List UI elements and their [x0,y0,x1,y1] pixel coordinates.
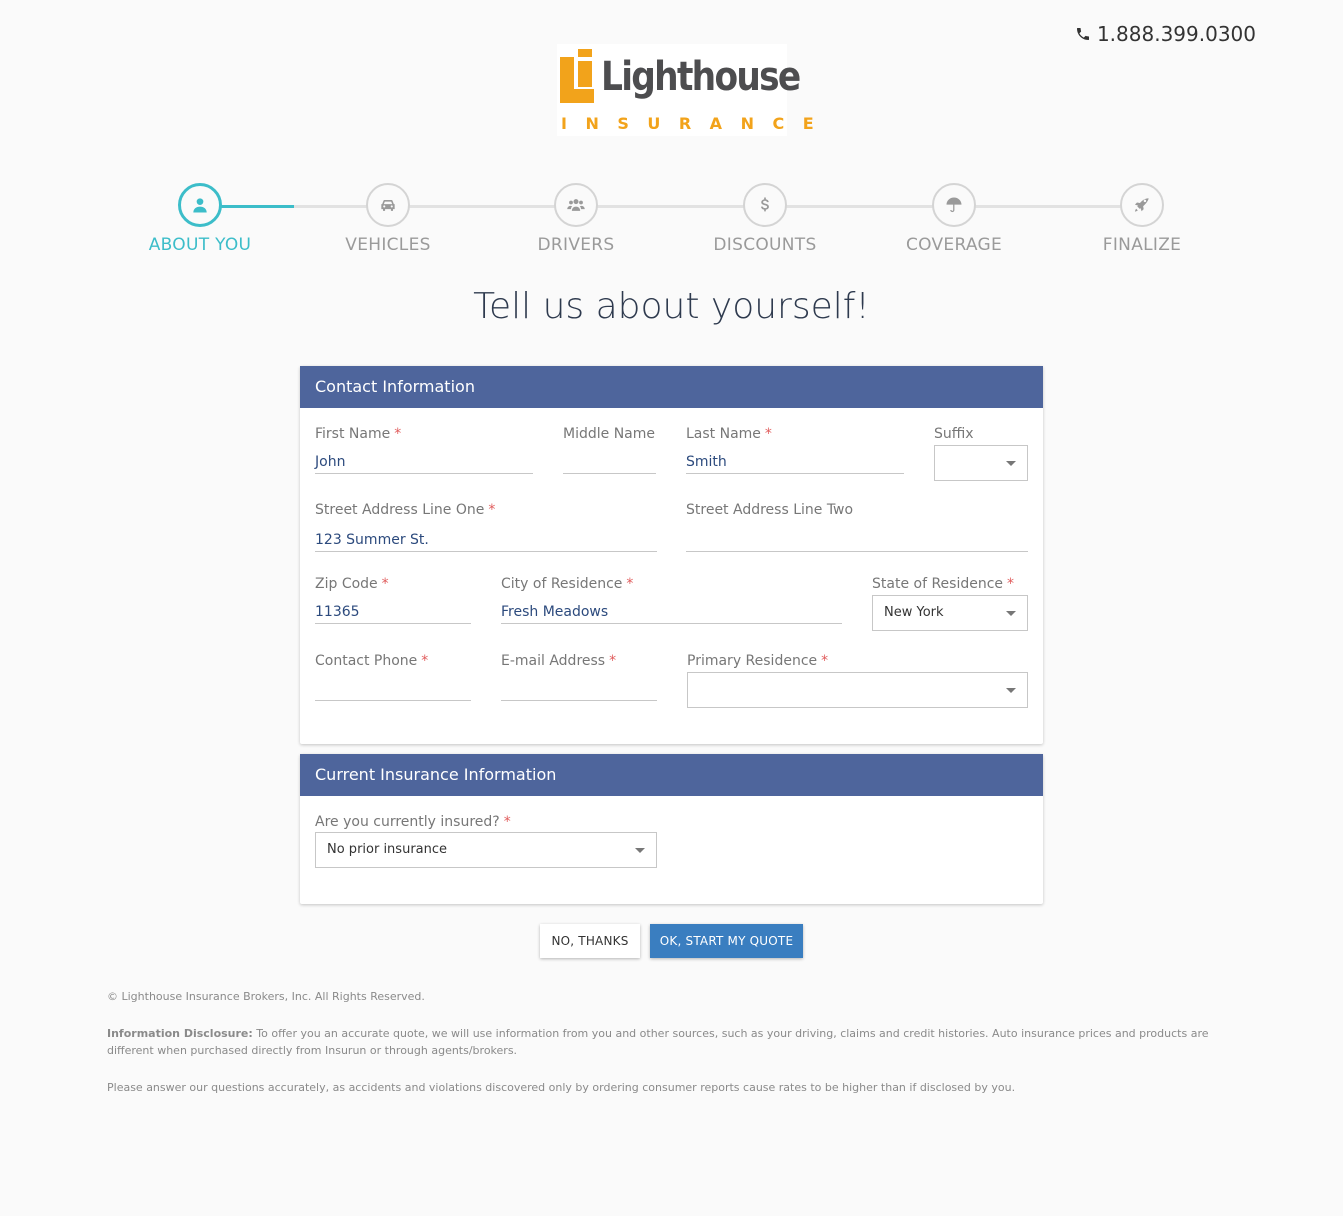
middle-name-field: Middle Name [563,426,656,474]
step-circle [743,183,787,227]
street-line-two-field: Street Address Line Two [686,502,1028,552]
accuracy-note: Please answer our questions accurately, … [107,1081,1016,1094]
first-name-label: First Name * [315,426,402,442]
zip-code-label: Zip Code * [315,576,389,592]
city-label: City of Residence * [501,576,634,592]
disclosure-text: To offer you an accurate quote, we will … [107,1027,1209,1057]
phone-number[interactable]: 1.888.399.0300 [1075,22,1256,46]
no-thanks-button[interactable]: NO, THANKS [540,924,640,958]
progress-stepper: ABOUT YOU VEHICLES DRIVERS DISCOUNTS COV… [106,183,1236,263]
middle-name-label: Middle Name [563,426,655,442]
currently-insured-field: Are you currently insured? * [315,814,657,830]
step-finalize[interactable]: FINALIZE [1042,183,1242,255]
information-disclosure: Information Disclosure: To offer you an … [107,1025,1227,1059]
disclosure-title: Information Disclosure: [107,1027,253,1040]
step-coverage[interactable]: COVERAGE [854,183,1054,255]
last-name-input[interactable]: Smith [686,454,904,474]
phone-text: 1.888.399.0300 [1096,22,1256,46]
step-vehicles[interactable]: VEHICLES [288,183,488,255]
step-label: FINALIZE [1102,235,1182,255]
user-icon [193,198,207,213]
contact-phone-label: Contact Phone * [315,653,429,669]
current-insurance-header: Current Insurance Information [300,754,1043,796]
car-icon [381,200,395,211]
city-field: City of Residence * Fresh Meadows [501,576,842,624]
step-circle [1120,183,1164,227]
first-name-input[interactable]: John [315,454,533,474]
state-field: State of Residence * [872,576,1028,592]
step-circle [366,183,410,227]
email-input[interactable] [501,681,657,701]
copyright-text: © Lighthouse Insurance Brokers, Inc. All… [107,990,425,1003]
street-line-one-field: Street Address Line One * 123 Summer St. [315,502,657,552]
currently-insured-label: Are you currently insured? * [315,814,511,830]
zip-code-input[interactable]: 11365 [315,604,471,624]
contact-information-header: Contact Information [300,366,1043,408]
step-circle [554,183,598,227]
primary-residence-label: Primary Residence * [687,653,829,669]
currently-insured-select[interactable]: No prior insurance [315,832,657,868]
email-label: E-mail Address * [501,653,617,669]
state-select[interactable]: New York [872,595,1028,631]
phone-icon [1076,28,1089,40]
step-circle [178,183,222,227]
lighthouse-logo[interactable]: Lighthouse INSURANCE [557,44,814,136]
rocket-icon [1134,198,1149,212]
contact-phone-input[interactable] [315,681,471,701]
primary-residence-field: Primary Residence * [687,653,1028,669]
step-drivers[interactable]: DRIVERS [476,183,676,255]
step-label: DRIVERS [537,235,615,255]
email-field: E-mail Address * [501,653,657,701]
primary-residence-select[interactable] [687,672,1028,708]
last-name-field: Last Name * Smith [686,426,904,474]
street-line-two-input[interactable] [686,532,1028,552]
logo-subtitle: INSURANCE [561,114,833,133]
current-insurance-panel: Current Insurance Information Are you cu… [300,754,1043,904]
contact-phone-field: Contact Phone * [315,653,471,701]
step-circle [932,183,976,227]
zip-code-field: Zip Code * 11365 [315,576,471,624]
page-title: Tell us about yourself! [473,286,870,327]
middle-name-input[interactable] [563,454,656,474]
step-discounts[interactable]: DISCOUNTS [665,183,865,255]
street-line-one-input[interactable]: 123 Summer St. [315,532,657,552]
step-label: VEHICLES [345,235,431,255]
step-about-you[interactable]: ABOUT YOU [100,183,300,255]
first-name-field: First Name * John [315,426,533,474]
start-quote-button[interactable]: OK, START MY QUOTE [650,924,803,958]
suffix-field: Suffix [934,426,1028,442]
city-input[interactable]: Fresh Meadows [501,604,842,624]
step-label: DISCOUNTS [713,235,817,255]
state-label: State of Residence * [872,576,1015,592]
contact-information-panel: Contact Information First Name * John Mid… [300,366,1043,744]
last-name-label: Last Name * [686,426,772,442]
logo-wordmark: Lighthouse [601,54,801,100]
step-label: COVERAGE [905,235,1003,255]
umbrella-icon [946,197,962,213]
logo-mark-icon [560,49,594,103]
step-label: ABOUT YOU [148,235,252,255]
suffix-select[interactable] [934,445,1028,481]
suffix-label: Suffix [934,426,974,442]
users-icon [567,199,585,211]
street-line-one-label: Street Address Line One * [315,502,496,518]
street-line-two-label: Street Address Line Two [686,502,854,518]
dollar-icon [761,197,769,212]
